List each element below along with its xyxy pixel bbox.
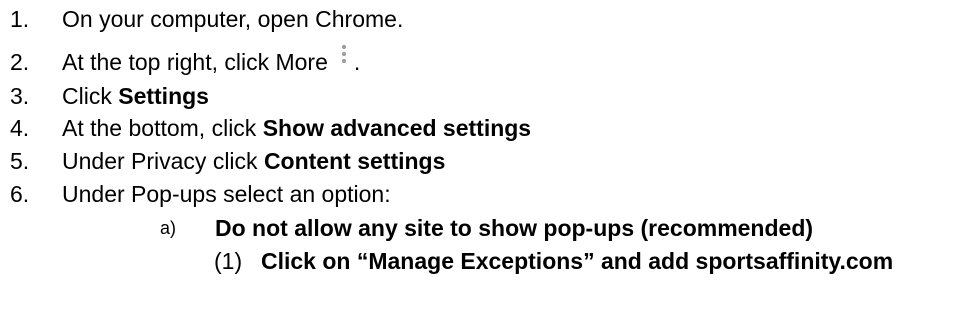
substep-label: (1) [214,248,243,274]
instruction-document: 1. On your computer, open Chrome. 2. At … [0,0,969,328]
step-number: 2. [10,49,30,75]
step-text: Click Settings [62,81,209,111]
step-text-bold: Content settings [263,148,446,174]
substep-text: Do not allow any site to show pop-ups (r… [215,215,814,241]
substep-text: Click on “Manage Exceptions” and add spo… [261,248,894,274]
step-number: 3. [10,83,30,109]
step-text: Under Pop-ups select an option: [62,181,391,207]
substep-label: a) [160,218,177,238]
step-text: On your computer, open Chrome. [62,6,404,32]
step-text: At the top right, click More. [62,45,361,77]
more-vert-icon [340,45,348,77]
step-text: At the bottom, click Show advanced setti… [62,113,531,143]
step-text-bold: Settings [118,83,209,109]
step-number: 4. [10,115,30,141]
step-text-plain: At the bottom, click [62,115,263,141]
step-number: 1. [10,6,30,32]
step-text-bold: Show advanced settings [262,115,532,141]
step-text-plain: Under Privacy click [62,148,264,174]
step-number: 6. [10,181,30,207]
step-text: Under Privacy click Content settings [62,146,445,176]
step-text-before-icon: At the top right, click More [62,49,328,75]
step-number: 5. [10,148,30,174]
step-text-plain: Click [62,83,119,109]
step-text-after-icon: . [353,49,361,75]
